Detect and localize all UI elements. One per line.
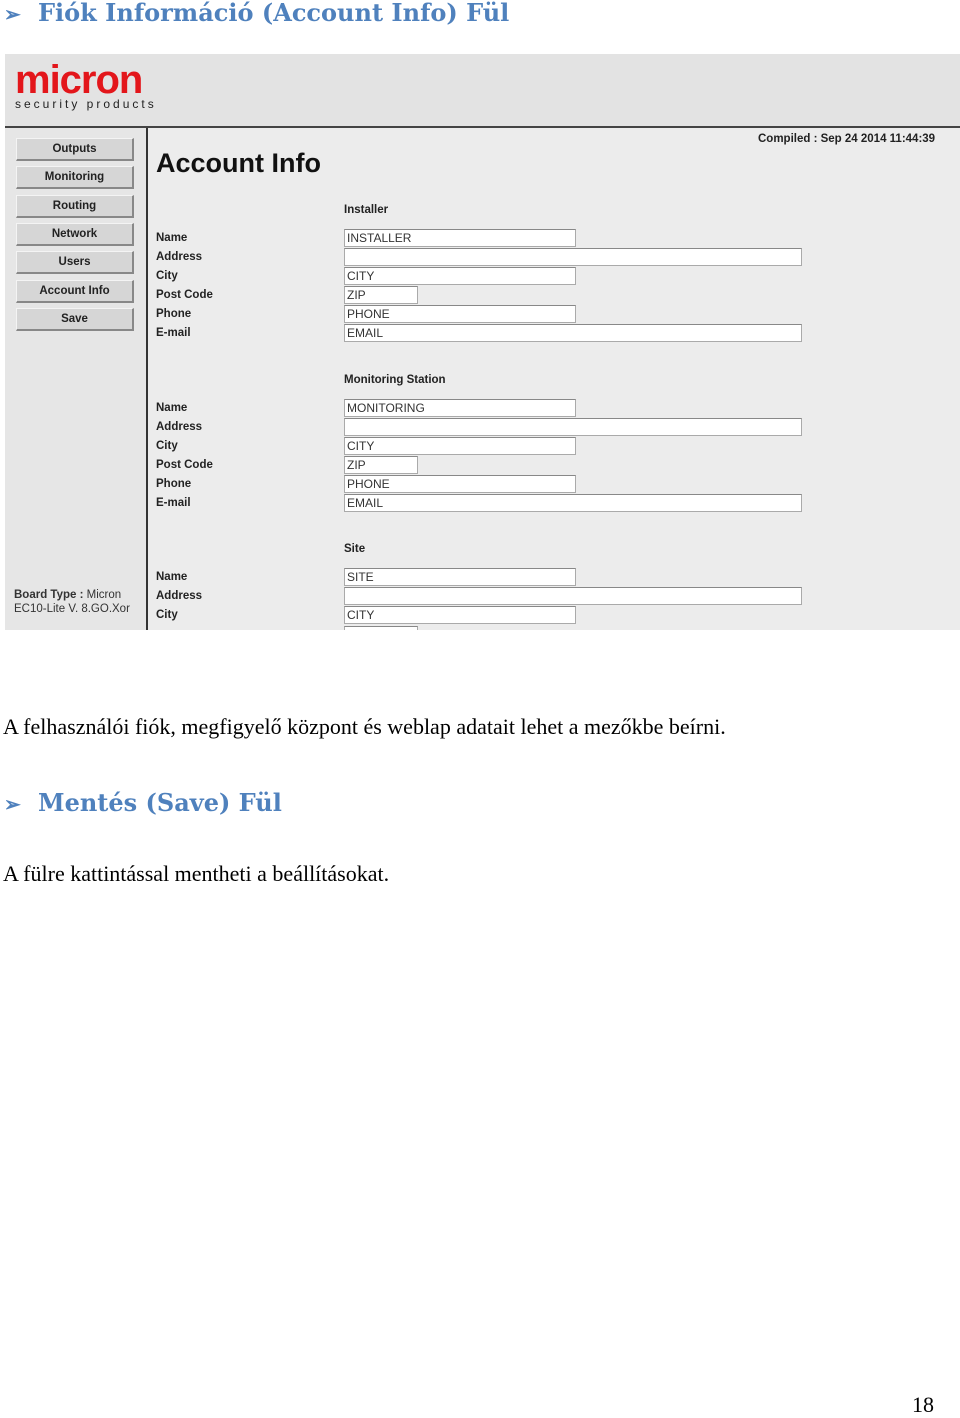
- compiled-info: Compiled : Sep 24 2014 11:44:39: [758, 133, 936, 145]
- field-label: E-mail: [156, 497, 191, 509]
- logo-subtitle: security products: [15, 97, 157, 111]
- nav-button-routing[interactable]: Routing: [16, 194, 134, 218]
- field-label: Post Code: [156, 459, 213, 471]
- field-input-e-mail[interactable]: EMAIL: [344, 494, 802, 512]
- arrow-bullet-icon: ➢: [4, 792, 21, 816]
- arrow-bullet-icon: ➢: [4, 2, 21, 26]
- field-input-address[interactable]: [344, 248, 802, 266]
- board-type: Board Type : Micron: [14, 589, 122, 601]
- section-heading-save: ➢ Mentés (Save) Fül: [4, 788, 282, 817]
- app-header: micron security products: [5, 54, 960, 128]
- field-label: Name: [156, 232, 188, 244]
- board-version: EC10-Lite V. 8.GO.Xor: [14, 603, 130, 615]
- page-number: 18: [912, 1392, 934, 1417]
- section-heading-account-info: ➢ Fiók Információ (Account Info) Fül: [4, 0, 510, 27]
- field-input-post-code[interactable]: [344, 626, 418, 630]
- field-label: City: [156, 609, 178, 621]
- field-label: Post Code: [156, 289, 213, 301]
- field-input-city[interactable]: CITY: [344, 267, 576, 285]
- section-title: Site: [344, 543, 366, 555]
- field-input-name[interactable]: SITE: [344, 568, 576, 586]
- nav-button-account-info[interactable]: Account Info: [16, 279, 134, 303]
- nav-button-save[interactable]: Save: [16, 307, 134, 331]
- field-input-post-code[interactable]: ZIP: [344, 286, 418, 304]
- paragraph-account-info: A felhasználói fiók, megfigyelő központ …: [3, 714, 726, 739]
- page-title: Account Info: [156, 148, 321, 178]
- nav-button-outputs[interactable]: Outputs: [16, 138, 134, 161]
- field-input-phone[interactable]: PHONE: [344, 305, 576, 323]
- field-label: City: [156, 440, 178, 452]
- field-label: Address: [156, 251, 203, 263]
- field-label: Address: [156, 590, 203, 602]
- field-input-name[interactable]: INSTALLER: [344, 229, 576, 247]
- field-input-e-mail[interactable]: EMAIL: [344, 324, 802, 342]
- field-label: E-mail: [156, 327, 191, 339]
- field-label: Phone: [156, 478, 192, 490]
- field-label: Name: [156, 571, 188, 583]
- field-input-post-code[interactable]: ZIP: [344, 456, 418, 474]
- field-label: Name: [156, 402, 188, 414]
- account-info-screenshot: micron security products Outputs Monitori…: [5, 54, 960, 630]
- section-title: Installer: [344, 204, 389, 216]
- paragraph-save: A fülre kattintással mentheti a beállítá…: [3, 861, 390, 886]
- micron-logo: micron: [15, 58, 143, 102]
- field-label: City: [156, 270, 178, 282]
- nav-button-monitoring[interactable]: Monitoring: [16, 166, 134, 190]
- field-input-city[interactable]: CITY: [344, 437, 576, 455]
- field-input-address[interactable]: [344, 587, 802, 605]
- field-input-city[interactable]: CITY: [344, 606, 576, 624]
- nav-button-users[interactable]: Users: [16, 251, 134, 275]
- field-input-phone[interactable]: PHONE: [344, 475, 576, 493]
- field-input-address[interactable]: [344, 418, 802, 436]
- field-label: Address: [156, 421, 203, 433]
- nav-button-network[interactable]: Network: [16, 222, 134, 246]
- field-label: Phone: [156, 308, 192, 320]
- section-title: Monitoring Station: [344, 374, 446, 386]
- field-input-name[interactable]: MONITORING: [344, 399, 576, 417]
